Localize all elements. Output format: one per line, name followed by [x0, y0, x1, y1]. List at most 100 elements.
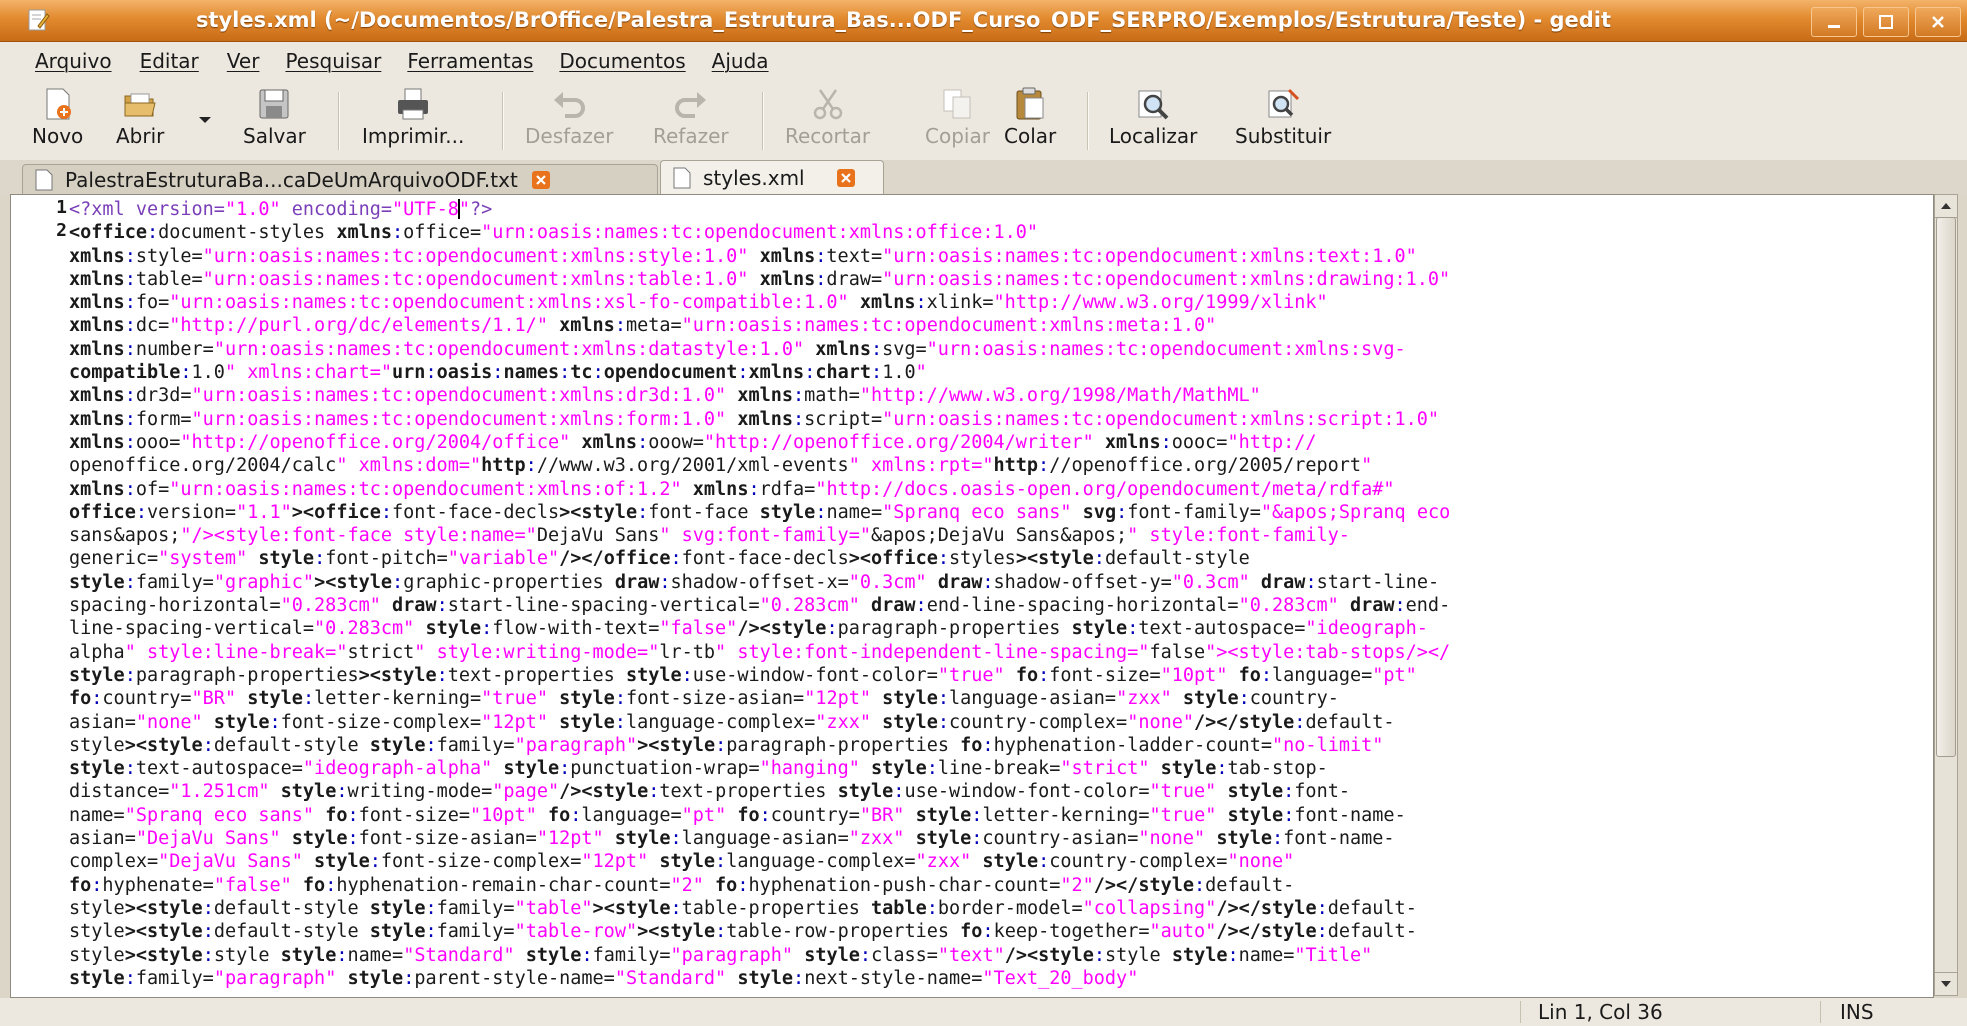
code-line[interactable]: xmlns:dr3d="urn:oasis:names:tc:opendocum…: [69, 384, 1933, 407]
line-number-gutter: 1 2: [11, 195, 67, 997]
code-line[interactable]: xmlns:dc="http://purl.org/dc/elements/1.…: [69, 314, 1933, 337]
close-icon: [1932, 16, 1944, 28]
save-label: Salvar: [243, 124, 306, 148]
tab-styles-xml[interactable]: styles.xml: [660, 160, 884, 195]
new-label: Novo: [32, 124, 84, 148]
code-line[interactable]: xmlns:ooo="http://openoffice.org/2004/of…: [69, 431, 1933, 454]
code-line[interactable]: xmlns:form="urn:oasis:names:tc:opendocum…: [69, 408, 1933, 431]
code-line[interactable]: style><style:default-style style:family=…: [69, 920, 1933, 943]
code-line[interactable]: style><style:default-style style:family=…: [69, 897, 1933, 920]
insert-mode-indicator: INS: [1840, 1000, 1874, 1024]
menu-documentos[interactable]: Documentos: [559, 49, 685, 73]
replace-button[interactable]: Substituir: [1235, 86, 1331, 156]
copy-button[interactable]: Copiar: [925, 86, 990, 156]
cut-label: Recortar: [785, 124, 871, 148]
code-line[interactable]: xmlns:style="urn:oasis:names:tc:opendocu…: [69, 245, 1933, 268]
cut-button[interactable]: Recortar: [785, 86, 870, 156]
scroll-down-button[interactable]: [1935, 972, 1957, 995]
arrow-down-icon: [1941, 981, 1951, 987]
maximize-icon: [1879, 15, 1893, 29]
close-window-button[interactable]: [1915, 7, 1961, 37]
code-line[interactable]: style:family="paragraph" style:parent-st…: [69, 967, 1933, 990]
maximize-button[interactable]: [1863, 7, 1909, 37]
new-button[interactable]: Novo: [32, 86, 83, 156]
code-line[interactable]: style:paragraph-properties><style:text-p…: [69, 664, 1933, 687]
line-number: 1: [56, 197, 67, 218]
scroll-up-button[interactable]: [1935, 195, 1957, 218]
code-line[interactable]: compatible:1.0" xmlns:chart="urn:oasis:n…: [69, 361, 1933, 384]
code-line[interactable]: <?xml version="1.0" encoding="UTF-8"?>: [69, 198, 1933, 221]
code-line[interactable]: asian="none" style:font-size-complex="12…: [69, 711, 1933, 734]
open-label: Abrir: [116, 124, 165, 148]
scissors-icon: [813, 89, 842, 120]
open-folder-icon: [124, 93, 156, 117]
code-line[interactable]: xmlns:number="urn:oasis:names:tc:opendoc…: [69, 338, 1933, 361]
line-number: 2: [56, 220, 67, 241]
menu-ajuda[interactable]: Ajuda: [712, 49, 769, 73]
code-line[interactable]: distance="1.251cm" style:writing-mode="p…: [69, 780, 1933, 803]
find-replace-icon: [1268, 88, 1300, 118]
clipboard-paste-icon: [1016, 87, 1044, 120]
paste-button[interactable]: Colar: [1004, 86, 1056, 156]
menu-ver[interactable]: Ver: [227, 49, 260, 73]
copy-label: Copiar: [925, 124, 990, 148]
undo-button[interactable]: Desfazer: [525, 86, 613, 156]
code-line[interactable]: alpha" style:line-break="strict" style:w…: [69, 641, 1933, 664]
minimize-button[interactable]: [1811, 7, 1857, 37]
tab-palestra-txt[interactable]: PalestraEstruturaBa...caDeUmArquivoODF.t…: [22, 164, 658, 195]
open-button[interactable]: Abrir: [116, 86, 164, 156]
status-bar: Lin 1, Col 36 INS: [0, 998, 1967, 1026]
code-line[interactable]: style><style:style style:name="Standard"…: [69, 944, 1933, 967]
code-line[interactable]: xmlns:of="urn:oasis:names:tc:opendocumen…: [69, 478, 1933, 501]
code-line[interactable]: xmlns:table="urn:oasis:names:tc:opendocu…: [69, 268, 1933, 291]
vertical-scrollbar[interactable]: [1934, 194, 1958, 996]
print-label: Imprimir...: [362, 124, 465, 148]
code-line[interactable]: openoffice.org/2004/calc" xmlns:dom="htt…: [69, 454, 1933, 477]
code-line[interactable]: generic="system" style:font-pitch="varia…: [69, 547, 1933, 570]
code-line[interactable]: style><style:default-style style:family=…: [69, 734, 1933, 757]
tab-close-icon[interactable]: [531, 171, 550, 189]
tab-close-icon[interactable]: [836, 169, 855, 187]
window-titlebar[interactable]: styles.xml (~/Documentos/BrOffice/Palest…: [0, 0, 1967, 42]
code-line[interactable]: line-spacing-vertical="0.283cm" style:fl…: [69, 617, 1933, 640]
code-line[interactable]: complex="DejaVu Sans" style:font-size-co…: [69, 850, 1933, 873]
code-line[interactable]: xmlns:fo="urn:oasis:names:tc:opendocumen…: [69, 291, 1933, 314]
find-button[interactable]: Localizar: [1109, 86, 1197, 156]
copy-icon: [943, 89, 971, 119]
menu-ferramentas[interactable]: Ferramentas: [407, 49, 533, 73]
redo-label: Refazer: [653, 124, 729, 148]
save-disk-icon: [259, 89, 289, 119]
code-line[interactable]: fo:country="BR" style:letter-kerning="tr…: [69, 687, 1933, 710]
menu-editar[interactable]: Editar: [140, 49, 199, 73]
replace-label: Substituir: [1235, 124, 1332, 148]
code-line[interactable]: name="Spranq eco sans" fo:font-size="10p…: [69, 804, 1933, 827]
code-text[interactable]: <?xml version="1.0" encoding="UTF-8"?> <o…: [69, 198, 1933, 990]
menu-pesquisar[interactable]: Pesquisar: [285, 49, 381, 73]
save-button[interactable]: Salvar: [243, 86, 306, 156]
text-editor-area[interactable]: 1 2 <?xml version="1.0" encoding="UTF-8"…: [10, 194, 1934, 998]
code-line[interactable]: office:version="1.1"><office:font-face-d…: [69, 501, 1933, 524]
tab-label: PalestraEstruturaBa...caDeUmArquivoODF.t…: [65, 168, 518, 192]
undo-label: Desfazer: [525, 124, 614, 148]
code-line[interactable]: style:family="graphic"><style:graphic-pr…: [69, 571, 1933, 594]
scrollbar-thumb[interactable]: [1936, 217, 1956, 757]
redo-button[interactable]: Refazer: [653, 86, 729, 156]
find-label: Localizar: [1109, 124, 1198, 148]
code-line[interactable]: sans&apos;"/><style:font-face style:name…: [69, 524, 1933, 547]
chevron-down-icon: [199, 117, 211, 123]
redo-arrow-icon: [674, 92, 706, 118]
menu-arquivo[interactable]: Arquivo: [35, 49, 112, 73]
printer-icon: [398, 88, 429, 120]
minimize-icon: [1828, 25, 1840, 28]
code-line[interactable]: style:text-autospace="ideograph-alpha" s…: [69, 757, 1933, 780]
open-recent-dropdown[interactable]: [196, 110, 214, 140]
code-line[interactable]: <office:document-styles xmlns:office="ur…: [69, 221, 1933, 244]
undo-arrow-icon: [554, 92, 586, 118]
code-line[interactable]: fo:hyphenate="false" fo:hyphenation-rema…: [69, 874, 1933, 897]
toolbar: Novo Abrir Salvar Imprimir... Desfazer R…: [0, 80, 1967, 161]
print-button[interactable]: Imprimir...: [362, 86, 464, 156]
new-document-icon: [46, 88, 71, 120]
code-line[interactable]: asian="DejaVu Sans" style:font-size-asia…: [69, 827, 1933, 850]
arrow-up-icon: [1941, 203, 1951, 209]
code-line[interactable]: spacing-horizontal="0.283cm" draw:start-…: [69, 594, 1933, 617]
